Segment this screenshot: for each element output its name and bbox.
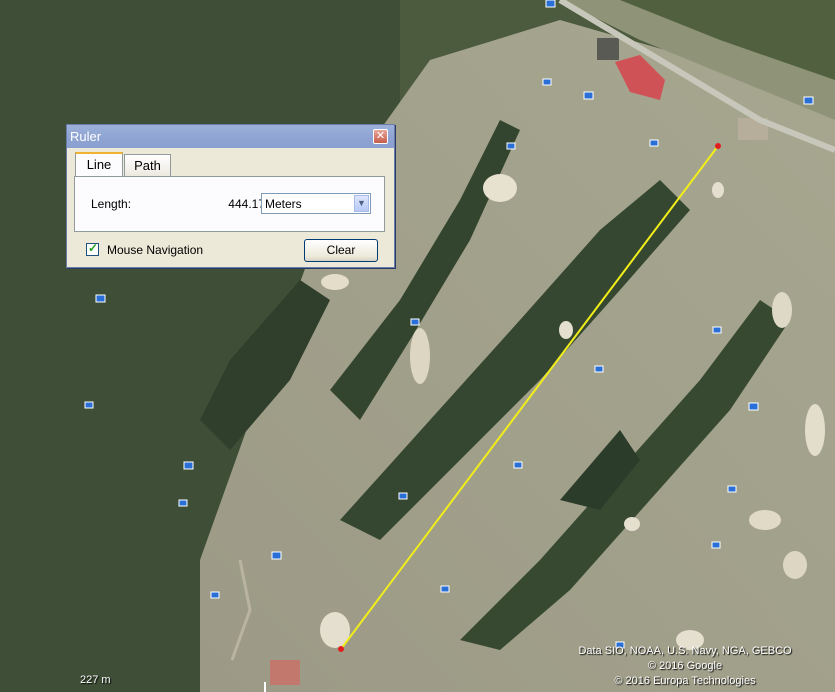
tab-path[interactable]: Path	[124, 154, 171, 176]
scale-label: 227 m	[80, 674, 111, 686]
ruler-panel: Length: 444.17 Meters ▼	[74, 176, 385, 232]
close-icon: ✕	[375, 130, 386, 142]
chevron-down-icon[interactable]: ▼	[354, 195, 369, 212]
measure-end-point	[715, 143, 721, 149]
ruler-title: Ruler	[70, 129, 102, 144]
imagery-credit-data: Data SIO, NOAA, U.S. Navy, NGA, GEBCO	[578, 645, 792, 657]
satellite-map[interactable]	[0, 0, 835, 692]
length-value: 444.17	[228, 197, 265, 211]
imagery-credit-google: © 2016 Google	[647, 660, 723, 672]
checkmark-icon: ✓	[88, 241, 99, 255]
mouse-navigation-label: Mouse Navigation	[107, 243, 204, 257]
ruler-dialog: Ruler ✕ Line Path Length: 444.17 Meters …	[66, 124, 395, 268]
unit-select-value: Meters	[265, 197, 302, 211]
imagery-credit-europa: © 2016 Europa Technologies	[614, 675, 756, 687]
ruler-titlebar[interactable]: Ruler ✕	[67, 125, 394, 148]
unit-select[interactable]: Meters ▼	[261, 193, 371, 214]
tab-line[interactable]: Line	[75, 152, 123, 176]
clear-button[interactable]: Clear	[304, 239, 378, 262]
measure-start-point	[338, 646, 344, 652]
mouse-navigation-checkbox[interactable]: ✓	[86, 241, 99, 256]
length-label: Length:	[91, 197, 132, 211]
close-button[interactable]: ✕	[373, 129, 388, 144]
